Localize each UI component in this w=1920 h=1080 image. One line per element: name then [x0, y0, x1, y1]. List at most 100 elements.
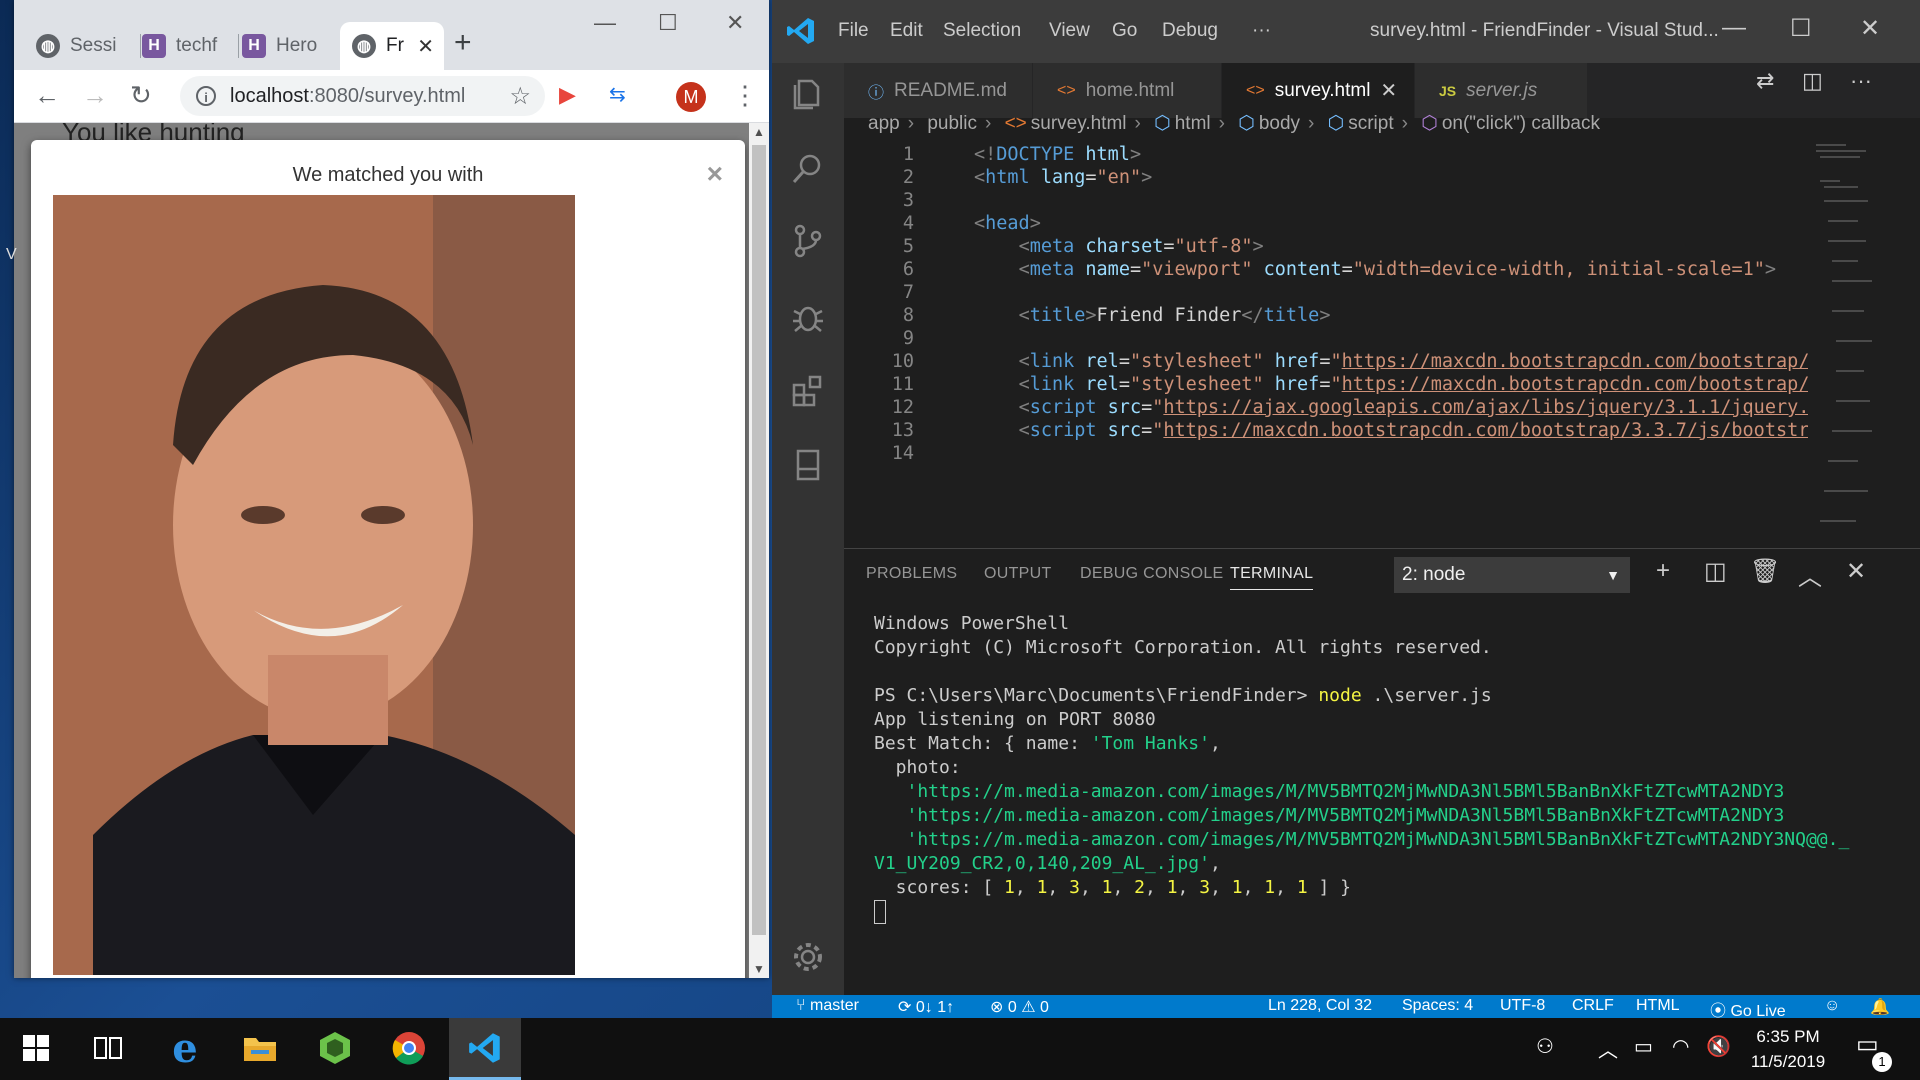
line-ending[interactable]: CRLF	[1572, 997, 1614, 1015]
explorer-icon[interactable]	[790, 75, 826, 111]
search-icon[interactable]	[790, 151, 826, 187]
menu-selection[interactable]: Selection	[943, 20, 1021, 42]
problems-status[interactable]: ⊗ 0 ⚠ 0	[990, 997, 1049, 1017]
tab-readme[interactable]: ⓘ README.md	[844, 63, 1033, 118]
feedback-icon[interactable]: ☺	[1824, 997, 1840, 1015]
code-link[interactable]: https://maxcdn.bootstrapcdn.com/bootstra…	[1342, 351, 1810, 372]
chrome-menu-icon[interactable]: ⋮	[732, 80, 758, 110]
remote-explorer-icon[interactable]	[790, 447, 826, 483]
debug-icon[interactable]	[790, 299, 826, 335]
menu-more[interactable]: ···	[1252, 20, 1271, 42]
scroll-down-icon[interactable]: ▼	[753, 962, 765, 976]
people-icon[interactable]: ⚇	[1536, 1034, 1554, 1059]
chrome-icon[interactable]	[389, 1028, 429, 1068]
code-editor[interactable]: 1 2 3 4 5 6 7 8 9 10 11 12 13 14 <!DOCTY…	[844, 140, 1880, 544]
new-tab-button[interactable]: +	[454, 28, 472, 58]
language-mode[interactable]: HTML	[1636, 997, 1680, 1015]
source-control-icon[interactable]	[790, 223, 826, 259]
menu-go[interactable]: Go	[1112, 20, 1137, 42]
chevron-up-icon[interactable]: ︿	[1598, 1034, 1618, 1063]
wifi-icon[interactable]: ◠	[1672, 1034, 1689, 1059]
chrome-tab-active[interactable]: ◍ Fr ✕	[340, 22, 444, 70]
page-scrollbar[interactable]: ▲ ▼	[749, 123, 769, 978]
sync-status[interactable]: ⟳ 0↓ 1↑	[898, 997, 954, 1017]
breadcrumb-body[interactable]: body	[1259, 113, 1300, 134]
task-view-icon[interactable]	[88, 1028, 128, 1068]
close-window-icon[interactable]: ✕	[726, 10, 744, 36]
split-terminal-icon[interactable]: ◫	[1704, 557, 1727, 586]
modal-close-button[interactable]: ×	[707, 158, 723, 190]
split-editor-icon[interactable]: ◫	[1802, 68, 1823, 94]
tab-server[interactable]: JS server.js	[1415, 63, 1588, 118]
breadcrumb-script[interactable]: script	[1348, 113, 1393, 134]
encoding[interactable]: UTF-8	[1500, 997, 1545, 1015]
tab-debug-console[interactable]: DEBUG CONSOLE	[1080, 565, 1224, 583]
site-info-icon[interactable]: i	[196, 86, 216, 106]
scroll-up-icon[interactable]: ▲	[753, 125, 765, 139]
extension-cast-icon[interactable]: ▶	[559, 80, 576, 110]
tab-terminal[interactable]: TERMINAL	[1230, 565, 1314, 590]
chrome-tab-2[interactable]: H techf	[142, 22, 232, 70]
maximize-panel-icon[interactable]: ︿	[1798, 557, 1822, 592]
extension-arrows-icon[interactable]: ⇆	[609, 80, 626, 110]
trash-icon[interactable]: 🗑	[1750, 557, 1780, 586]
address-bar[interactable]: i localhost:8080/survey.html ☆	[180, 76, 545, 116]
close-tab-icon[interactable]: ✕	[1380, 78, 1397, 103]
code-link[interactable]: https://maxcdn.bootstrapcdn.com/bootstra…	[1163, 420, 1809, 441]
close-tab-icon[interactable]: ✕	[417, 34, 434, 59]
terminal-output[interactable]: Windows PowerShell Copyright (C) Microso…	[874, 612, 1849, 924]
breadcrumb-file[interactable]: survey.html	[1031, 113, 1127, 134]
bell-icon[interactable]: 🔔	[1870, 997, 1890, 1017]
branch-status[interactable]: ⑂ master	[796, 997, 859, 1015]
menu-view[interactable]: View	[1049, 20, 1090, 42]
extensions-icon[interactable]	[790, 373, 826, 409]
volume-muted-icon[interactable]: 🔇	[1706, 1034, 1731, 1059]
node-app-icon[interactable]	[315, 1028, 355, 1068]
breadcrumb-html[interactable]: html	[1175, 113, 1211, 134]
tab-survey[interactable]: <> survey.html ✕	[1222, 63, 1415, 118]
line-number: 12	[891, 397, 914, 418]
file-explorer-icon[interactable]	[240, 1028, 280, 1068]
tab-problems[interactable]: PROBLEMS	[866, 565, 957, 583]
minimize-icon[interactable]: —	[594, 10, 616, 36]
forward-icon[interactable]: →	[82, 80, 108, 110]
line-number: 5	[902, 236, 914, 257]
back-icon[interactable]: ←	[34, 80, 60, 110]
breadcrumb-public[interactable]: public	[927, 113, 977, 134]
vscode-icon[interactable]	[465, 1028, 505, 1068]
close-window-icon[interactable]: ✕	[1860, 14, 1880, 43]
menu-debug[interactable]: Debug	[1162, 20, 1218, 42]
more-actions-icon[interactable]: ···	[1850, 68, 1872, 94]
minimap[interactable]	[1808, 140, 1880, 544]
menu-file[interactable]: File	[838, 20, 869, 42]
tab-output[interactable]: OUTPUT	[984, 565, 1052, 583]
battery-icon[interactable]: ▭	[1634, 1034, 1653, 1059]
code-link[interactable]: https://maxcdn.bootstrapcdn.com/bootstra…	[1342, 374, 1810, 395]
windows-start-icon[interactable]	[16, 1028, 56, 1068]
indentation[interactable]: Spaces: 4	[1402, 997, 1473, 1015]
tab-home[interactable]: <> home.html	[1033, 63, 1222, 118]
chrome-tab-3[interactable]: H Hero	[242, 22, 336, 70]
breadcrumb-app[interactable]: app	[868, 113, 900, 134]
line-number: 1	[902, 144, 914, 165]
maximize-icon[interactable]: ☐	[658, 10, 678, 36]
menu-edit[interactable]: Edit	[890, 20, 923, 42]
terminal-select[interactable]: 2: node ▼	[1394, 557, 1630, 593]
maximize-icon[interactable]: ☐	[1790, 14, 1812, 43]
cursor-position[interactable]: Ln 228, Col 32	[1268, 997, 1372, 1015]
bookmark-star-icon[interactable]: ☆	[509, 82, 531, 111]
gear-icon[interactable]	[790, 939, 826, 975]
edge-icon[interactable]: e	[165, 1025, 205, 1072]
scrollbar-thumb[interactable]	[752, 145, 766, 935]
new-terminal-icon[interactable]: +	[1656, 557, 1670, 585]
breadcrumb-callback[interactable]: on("click") callback	[1442, 113, 1600, 134]
chrome-tab-1[interactable]: ◍ Sessi	[36, 22, 134, 70]
open-changes-icon[interactable]: ⇄	[1756, 68, 1774, 94]
close-panel-icon[interactable]: ✕	[1846, 557, 1866, 586]
reload-icon[interactable]: ↻	[130, 80, 152, 110]
code-link[interactable]: https://ajax.googleapis.com/ajax/libs/jq…	[1163, 397, 1809, 418]
minimize-icon[interactable]: —	[1722, 14, 1746, 42]
clock[interactable]: 6:35 PM 11/5/2019	[1748, 1024, 1828, 1074]
git-branch-icon: ⑂	[796, 997, 811, 1014]
avatar[interactable]: M	[676, 82, 706, 112]
